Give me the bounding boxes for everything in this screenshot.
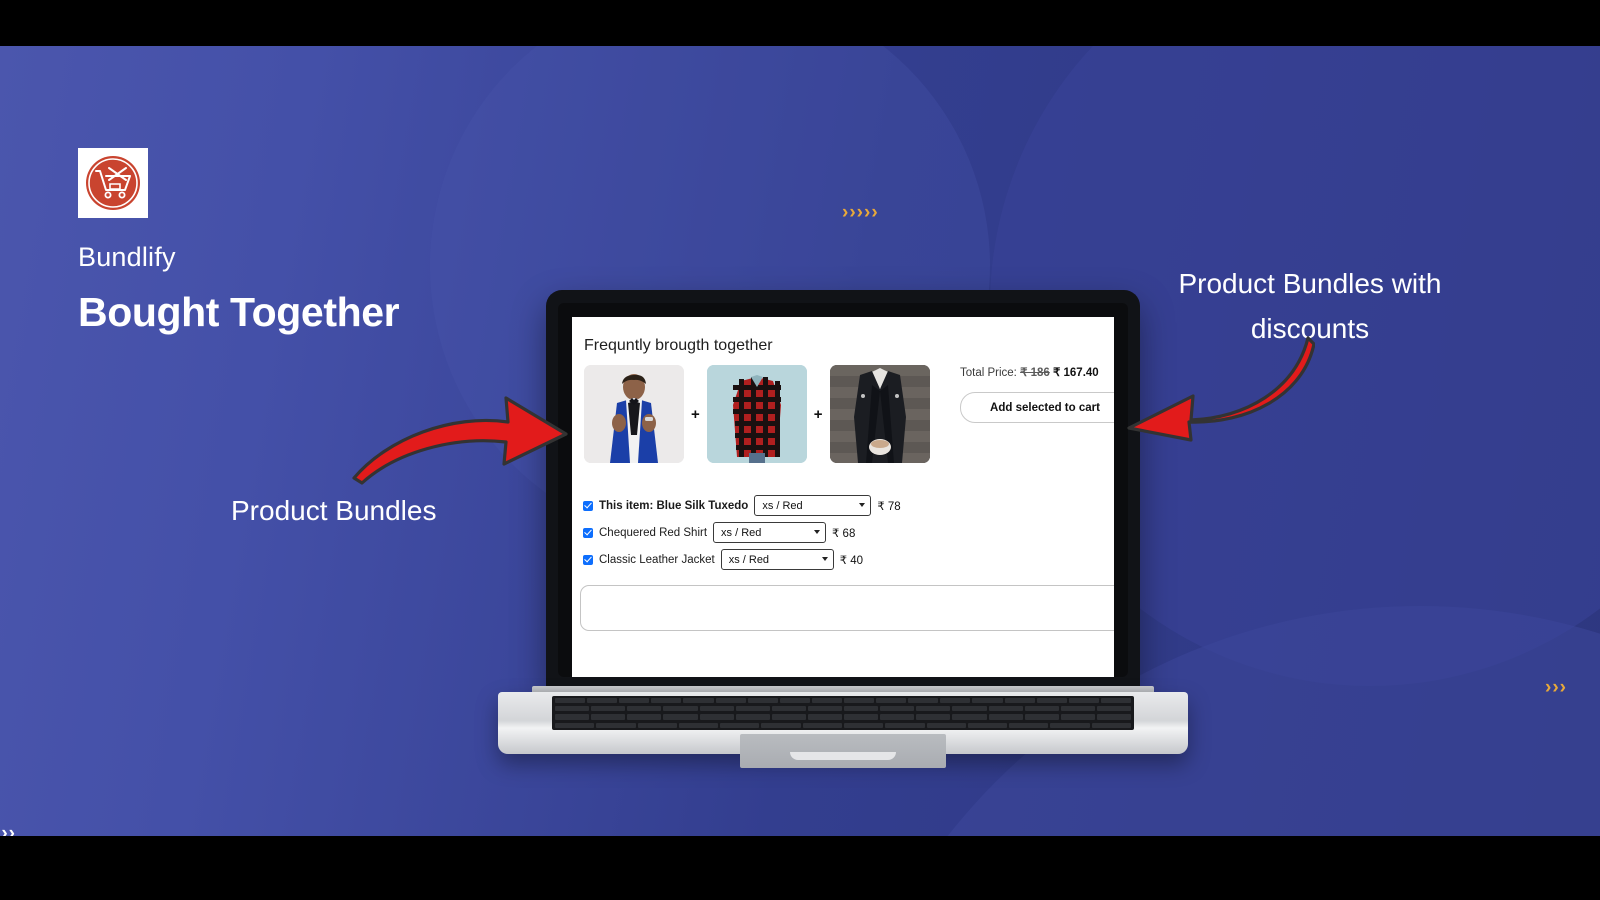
bottom-panel-partial[interactable]: [580, 585, 1114, 631]
bundle-item-price: ₹ 40: [839, 554, 864, 567]
app-logo: [78, 148, 148, 218]
discounted-price: ₹ 167.40: [1053, 367, 1099, 379]
chevron-icon: ›: [1552, 677, 1559, 698]
chevron-icon: ›: [849, 202, 856, 223]
letterbox-bottom: [0, 836, 1600, 900]
letterbox-top: [0, 0, 1600, 46]
annotation-arrow-left: [348, 390, 573, 490]
chevron-decoration-top: › › › › ›: [842, 203, 878, 222]
browser-screen: Frequntly brougth together + + Total Pri…: [572, 317, 1114, 677]
bundle-item-label: Chequered Red Shirt: [599, 526, 708, 539]
bundle-item-price: ₹ 78: [877, 500, 901, 513]
laptop-notch: [790, 752, 896, 760]
checkbox-chequered-red-shirt[interactable]: [583, 527, 593, 538]
chevron-icon: ›: [842, 202, 849, 223]
bundle-item-row: Chequered Red Shirt xs / Red ₹ 68: [583, 522, 901, 543]
bundle-item-row: This item: Blue Silk Tuxedo xs / Red ₹ 7…: [583, 495, 901, 516]
chevron-icon: ›: [1545, 677, 1552, 698]
price-summary: Total Price: ₹ 186 ₹ 167.40 Add selected…: [960, 365, 1114, 423]
total-price-label: Total Price:: [960, 367, 1017, 379]
shopping-cart-icon: [84, 154, 142, 212]
checkbox-classic-leather-jacket[interactable]: [583, 554, 593, 565]
variant-select-blue-silk-tuxedo[interactable]: xs / Red: [754, 495, 872, 516]
checkbox-blue-silk-tuxedo[interactable]: [583, 500, 593, 511]
slide-background: Bundlify Bought Together › › › › › › › ›…: [0, 46, 1600, 836]
variant-select-chequered-red-shirt[interactable]: xs / Red: [713, 522, 827, 543]
laptop-trackpad: [740, 734, 946, 768]
chevron-icon: ›: [863, 202, 871, 223]
section-heading: Frequntly brougth together: [584, 337, 773, 354]
bundle-item-label: Classic Leather Jacket: [599, 553, 715, 566]
slide-canvas: Bundlify Bought Together › › › › › › › ›…: [0, 0, 1600, 900]
bundle-item-row: Classic Leather Jacket xs / Red ₹ 40: [583, 549, 901, 570]
add-selected-to-cart-button[interactable]: Add selected to cart: [960, 392, 1114, 423]
brand-name: Bundlify: [78, 242, 176, 272]
laptop-lid: Frequntly brougth together + + Total Pri…: [546, 290, 1140, 690]
bundle-item-price: ₹ 68: [832, 527, 856, 540]
chevron-decoration-left: › › ›: [0, 824, 15, 836]
annotation-label-left: Product Bundles: [231, 495, 437, 526]
laptop-bezel: Frequntly brougth together + + Total Pri…: [558, 303, 1128, 677]
product-image-chequered-red-shirt[interactable]: [706, 365, 807, 463]
plus-separator-2: +: [813, 405, 823, 423]
product-image-classic-leather-jacket[interactable]: [829, 365, 930, 463]
product-image-blue-silk-tuxedo[interactable]: [584, 365, 684, 463]
laptop-mockup: Frequntly brougth together + + Total Pri…: [490, 246, 1200, 768]
plus-separator-1: +: [691, 405, 700, 423]
laptop-keyboard: [552, 696, 1134, 730]
bundle-item-label: This item: Blue Silk Tuxedo: [599, 499, 749, 512]
page-title: Bought Together: [78, 289, 400, 335]
chevron-icon: ›: [1, 823, 8, 836]
bundle-item-list: This item: Blue Silk Tuxedo xs / Red ₹ 7…: [583, 495, 901, 570]
product-bundle-row: + +: [584, 365, 930, 463]
chevron-icon: ›: [8, 823, 15, 836]
chevron-icon: ›: [871, 202, 878, 223]
chevron-decoration-right: › › ›: [1545, 678, 1566, 697]
variant-select-classic-leather-jacket[interactable]: xs / Red: [720, 549, 834, 570]
original-price: ₹ 186: [1020, 367, 1050, 379]
chevron-icon: ›: [856, 202, 863, 223]
chevron-icon: ›: [1559, 677, 1566, 698]
total-price-line: Total Price: ₹ 186 ₹ 167.40: [960, 365, 1114, 379]
annotation-arrow-right: [1095, 334, 1316, 449]
